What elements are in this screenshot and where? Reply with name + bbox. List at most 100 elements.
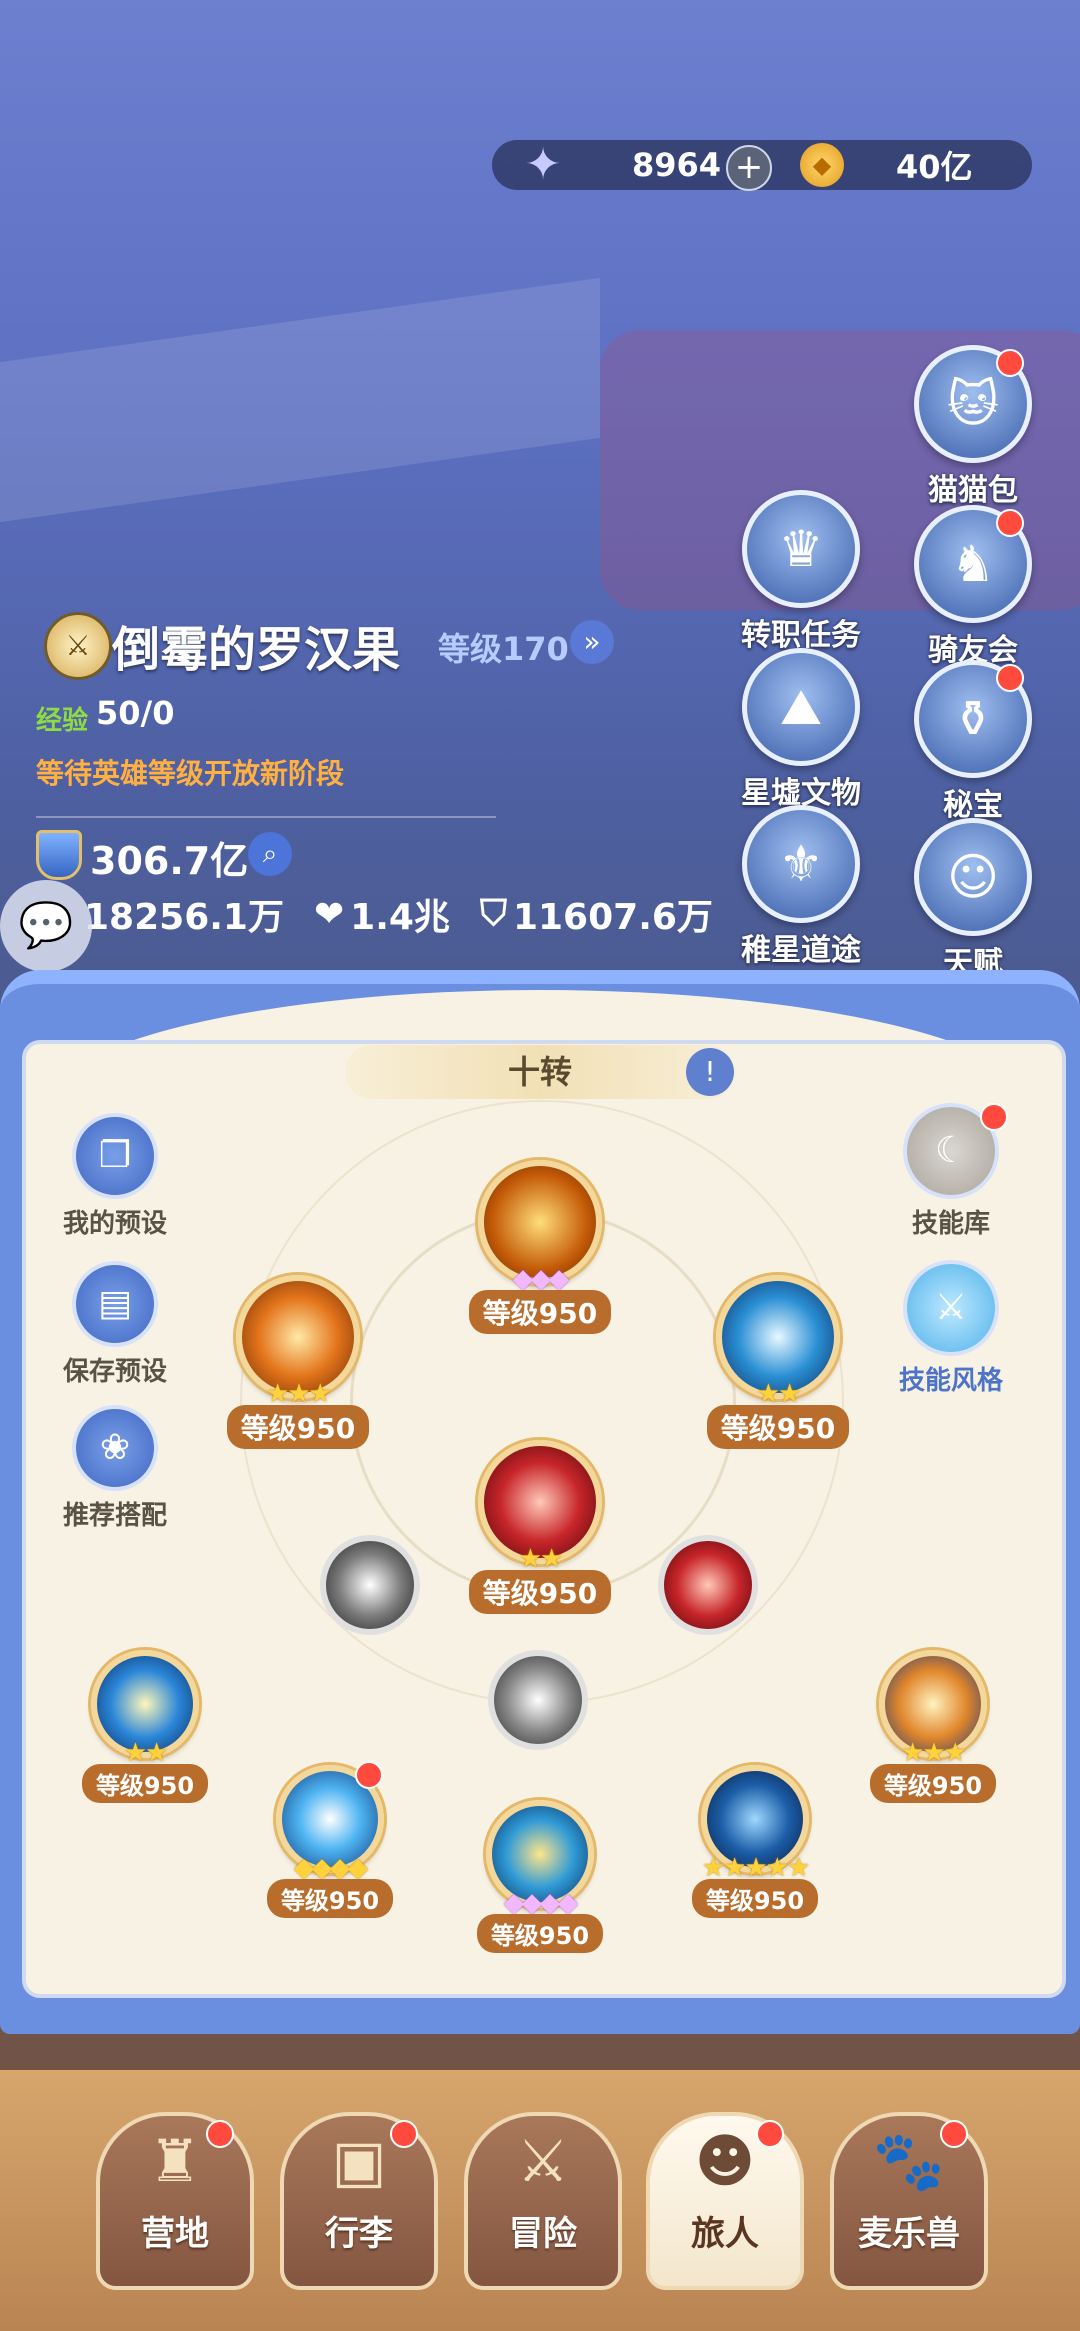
save-icon: ▤ [72, 1261, 158, 1347]
chat-button[interactable]: 💬 [0, 880, 92, 972]
skill-panel: 十转 ! ❐ 我的预设 ▤ 保存预设 ❀ 推荐搭配 ☾ 技能库 ⚔ 技能风格 ◆… [0, 970, 1080, 2034]
skill-library-label: 技能库 [911, 1209, 990, 1239]
star-currency: ✦ 8964 [520, 139, 722, 190]
defense-stat: ⛉ 11607.6万 [480, 888, 713, 940]
power-shield-icon [36, 830, 82, 880]
nav-luggage[interactable]: ▣ 行李 [280, 2112, 438, 2290]
attack-stat: 18256.1万 [84, 888, 284, 940]
exp-label: 经验 [36, 706, 89, 736]
divider [36, 816, 496, 818]
skill-level: 等级950 [468, 1570, 612, 1614]
combat-power: 306.7亿 [90, 839, 249, 883]
hp-stat: ❤ 1.4兆 [314, 888, 450, 940]
notification-badge [206, 2120, 234, 2148]
skill-slot[interactable]: ★★★★★ 等级950 [675, 1765, 835, 1918]
player-name: 倒霉的罗汉果 [112, 622, 401, 678]
notification-badge [996, 349, 1024, 377]
nav-pets[interactable]: 🐾 麦乐兽 [830, 2112, 988, 2290]
power-details-button[interactable]: ⌕ [248, 832, 292, 876]
save-preset-label: 保存预设 [62, 1357, 167, 1387]
skill-style-button[interactable]: ⚔ 技能风格 [876, 1260, 1026, 1397]
star-amount: 8964 [632, 146, 722, 184]
nav-adventure-label: 冒险 [509, 2214, 577, 2254]
skill-slot[interactable]: ◆◆◆◆ 等级950 [255, 1761, 405, 1918]
notification-badge [996, 664, 1024, 692]
skill-slot-small[interactable] [488, 1650, 588, 1750]
gold-amount: 40亿 [896, 148, 973, 186]
add-stars-button[interactable]: + [726, 145, 772, 191]
recommended-build-button[interactable]: ❀ 推荐搭配 [40, 1405, 190, 1532]
job-quest-button[interactable]: ♛ 转职任务 [716, 490, 886, 654]
player-level: 等级170 [438, 630, 569, 668]
level-details-button[interactable]: » [570, 620, 614, 664]
skill-slot[interactable]: ★★ 等级950 [698, 1275, 858, 1449]
player-stats: 18256.1万 ❤ 1.4兆 ⛉ 11607.6万 [84, 888, 713, 940]
gold-currency: ◆ 40亿 [800, 140, 973, 190]
skill-style-label: 技能风格 [898, 1366, 1003, 1396]
shield-icon: ⛉ [479, 893, 507, 934]
skill-slot[interactable]: ◆◆◆ 等级950 [460, 1160, 620, 1334]
swords-icon: ⚔ [517, 2127, 569, 2195]
skill-slot-small[interactable] [658, 1535, 758, 1635]
job-emblem-icon: ⚔ [44, 612, 112, 680]
skill-style-icon: ⚔ [903, 1260, 999, 1356]
star-path-button[interactable]: ⚜ 稚星道途 [716, 805, 886, 969]
defense-value: 11607.6万 [512, 897, 713, 938]
star-path-label: 稚星道途 [741, 933, 861, 968]
nav-traveler[interactable]: ☻ 旅人 [646, 2112, 804, 2290]
talent-button[interactable]: ☺ 天赋 [888, 818, 1058, 982]
star-icon: ✦ [524, 139, 562, 190]
save-preset-button[interactable]: ▤ 保存预设 [40, 1261, 190, 1388]
skill-slot[interactable]: ★★ 等级950 [458, 1440, 622, 1614]
skill-library-button[interactable]: ☾ 技能库 [876, 1103, 1026, 1240]
notification-badge [980, 1103, 1008, 1131]
dark-ring-skill-icon [320, 1535, 420, 1635]
skill-slot-small[interactable] [320, 1535, 420, 1635]
cross-skill-icon [488, 1650, 588, 1750]
chat-icon: 💬 [18, 900, 74, 951]
stage-notice: 等待英雄等级开放新阶段 [36, 757, 345, 790]
nav-adventure[interactable]: ⚔ 冒险 [464, 2112, 622, 2290]
cat-bag-button[interactable]: 🐱 猫猫包 [888, 345, 1058, 509]
cat-bag-label: 猫猫包 [928, 473, 1018, 508]
heart-icon: ❤ [313, 893, 345, 935]
stage-info-button[interactable]: ! [686, 1048, 734, 1096]
skill-level: 等级950 [706, 1405, 850, 1449]
skill-slot[interactable]: ◆◆◆◆ 等级950 [465, 1800, 615, 1953]
preset-icon: ❐ [72, 1113, 158, 1199]
relic-button[interactable]: ⛰ 星墟文物 [716, 648, 886, 812]
nav-camp[interactable]: ♜ 营地 [96, 2112, 254, 2290]
rebirth-stage-title: 十转 [345, 1045, 735, 1099]
skill-level: 等级950 [468, 1290, 612, 1334]
hp-value: 1.4兆 [350, 897, 450, 938]
my-presets-button[interactable]: ❐ 我的预设 [40, 1113, 190, 1240]
notification-badge [390, 2120, 418, 2148]
attack-value: 18256.1万 [84, 897, 284, 938]
skill-slot[interactable]: ★★★ 等级950 [858, 1650, 1008, 1803]
skill-level: 等级950 [691, 1879, 819, 1918]
skill-level: 等级950 [266, 1879, 394, 1918]
nav-luggage-label: 行李 [325, 2214, 393, 2254]
skill-level: 等级950 [226, 1405, 370, 1449]
notification-badge [355, 1761, 383, 1789]
nav-traveler-label: 旅人 [691, 2214, 759, 2254]
treasure-button[interactable]: ⚱ 秘宝 [888, 660, 1058, 824]
notification-badge [756, 2120, 784, 2148]
blood-spin-skill-icon [658, 1535, 758, 1635]
rider-club-button[interactable]: ♞ 骑友会 [888, 505, 1058, 669]
talent-icon: ☺ [914, 818, 1032, 936]
notification-badge [996, 509, 1024, 537]
recommended-build-label: 推荐搭配 [62, 1501, 167, 1531]
skill-slot[interactable]: ★★ 等级950 [70, 1650, 220, 1803]
crown-icon: ♛ [742, 490, 860, 608]
recommend-icon: ❀ [72, 1405, 158, 1491]
skill-slot[interactable]: ★★★ 等级950 [218, 1275, 378, 1449]
nav-camp-label: 营地 [141, 2214, 209, 2254]
nav-pets-label: 麦乐兽 [858, 2214, 960, 2254]
skill-level: 等级950 [81, 1764, 209, 1803]
skill-level: 等级950 [476, 1914, 604, 1953]
my-presets-label: 我的预设 [62, 1209, 167, 1239]
notification-badge [940, 2120, 968, 2148]
exp-value: 50/0 [96, 694, 175, 732]
skill-level: 等级950 [869, 1764, 997, 1803]
